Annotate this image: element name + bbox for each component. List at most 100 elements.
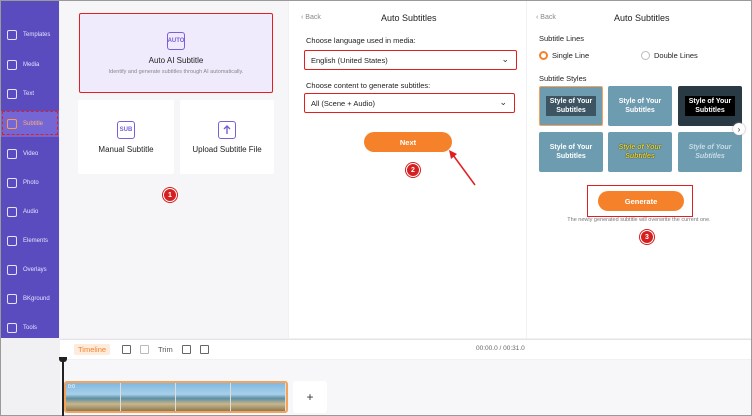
add-clip-button[interactable]: +: [293, 381, 327, 413]
chevron-down-icon: ⌄: [499, 97, 507, 107]
sidebar-item-tools[interactable]: Tools: [1, 315, 59, 341]
auto-ai-title: Auto AI Subtitle: [148, 55, 204, 65]
style-text: Subtitles: [693, 106, 727, 115]
text-icon: [7, 89, 17, 99]
overwrite-note: The newly generated subtitle will overwr…: [567, 217, 711, 223]
style-text: Subtitles: [695, 153, 725, 160]
upload-arrow-icon: [218, 120, 236, 139]
style-text: Subtitles: [554, 106, 588, 115]
overlays-icon: [7, 265, 17, 275]
sidebar-item-label: Media: [23, 62, 40, 68]
back-link[interactable]: ‹ Back: [301, 14, 321, 21]
auto-ai-subtitle-card[interactable]: AUTO Auto AI Subtitle Identify and gener…: [79, 13, 273, 93]
sidebar-item-photo[interactable]: Photo: [1, 170, 59, 196]
panel-title: Auto Subtitles: [381, 13, 437, 23]
radio-unselected-icon: [641, 51, 650, 60]
content-label: Choose content to generate subtitles:: [306, 81, 431, 90]
delete-icon[interactable]: [200, 345, 209, 354]
subtitle-lines-label: Subtitle Lines: [539, 34, 585, 43]
sidebar-item-overlays[interactable]: Overlays: [1, 257, 59, 283]
chevron-right-icon[interactable]: ›: [733, 123, 745, 135]
language-label: Choose language used in media:: [306, 36, 416, 45]
content-select[interactable]: All (Scene + Audio) ⌄: [304, 93, 515, 113]
tools-icon: [7, 323, 17, 333]
back-label: Back: [540, 14, 556, 21]
subtitle-options-panel: AUTO Auto AI Subtitle Identify and gener…: [60, 1, 288, 338]
step-badge-3: 3: [640, 230, 654, 244]
style-tile-1[interactable]: Style of Your Subtitles: [539, 86, 603, 126]
timeline-toolbar: Timeline Trim 00:00.0 / 00:31.0: [60, 339, 751, 359]
tab-timeline[interactable]: Timeline: [74, 344, 111, 355]
play-icon[interactable]: [122, 345, 131, 354]
style-text: Style of Your: [618, 98, 662, 105]
chevron-down-icon: ⌄: [501, 54, 509, 64]
language-value: English (United States): [311, 55, 388, 65]
split-icon[interactable]: [140, 345, 149, 354]
upload-subtitle-title: Upload Subtitle File: [192, 144, 262, 154]
duplicate-icon[interactable]: [182, 345, 191, 354]
sidebar-item-label: Tools: [23, 325, 38, 331]
audio-icon: [7, 207, 17, 217]
style-text: Style of Your: [618, 144, 662, 151]
sidebar: Templates Media Text Subtitle Video Phot…: [1, 1, 59, 338]
trim-button[interactable]: Trim: [158, 345, 173, 354]
auto-icon: AUTO: [167, 31, 185, 50]
sidebar-item-label: Overlays: [23, 267, 47, 273]
sidebar-item-label: Templates: [23, 32, 51, 38]
sidebar-item-label: BKground: [23, 296, 50, 302]
generate-button[interactable]: Generate: [598, 191, 684, 211]
double-lines-radio[interactable]: Double Lines: [641, 51, 698, 60]
style-tile-4[interactable]: Style of Your Subtitles: [539, 132, 603, 172]
content-value: All (Scene + Audio): [311, 98, 375, 108]
sidebar-item-label: Photo: [23, 180, 39, 186]
sidebar-item-text[interactable]: Text: [1, 81, 59, 107]
media-icon: [7, 60, 17, 70]
style-tile-5[interactable]: Style of Your Subtitles: [608, 132, 672, 172]
sidebar-item-video[interactable]: Video: [1, 141, 59, 167]
subtitle-highlight-box: [2, 111, 58, 135]
style-tile-2[interactable]: Style of Your Subtitles: [608, 86, 672, 126]
templates-icon: [7, 30, 17, 40]
sidebar-item-label: Text: [23, 91, 35, 97]
sidebar-item-label: Video: [23, 151, 39, 157]
language-select[interactable]: English (United States) ⌄: [304, 50, 517, 70]
sidebar-item-elements[interactable]: Elements: [1, 228, 59, 254]
manual-subtitle-title: Manual Subtitle: [98, 144, 154, 154]
playhead[interactable]: [62, 358, 64, 416]
pointer-arrow-icon: [449, 150, 476, 186]
upload-subtitle-card[interactable]: Upload Subtitle File: [180, 100, 274, 174]
subtitle-styles-panel: ‹ Back Auto Subtitles Subtitle Lines Sin…: [527, 1, 751, 338]
style-text: Style of Your: [549, 144, 593, 151]
sidebar-item-templates[interactable]: Templates: [1, 22, 59, 48]
video-clip[interactable]: 0:0: [64, 381, 288, 413]
sidebar-item-bkground[interactable]: BKground: [1, 286, 59, 312]
elements-icon: [7, 236, 17, 246]
clip-thumbnail: [176, 383, 231, 411]
manual-subtitle-card[interactable]: SUB Manual Subtitle: [78, 100, 174, 174]
clip-thumbnail: [231, 383, 286, 411]
sidebar-item-audio[interactable]: Audio: [1, 199, 59, 225]
subtitle-styles-label: Subtitle Styles: [539, 74, 587, 83]
sidebar-item-label: Elements: [23, 238, 49, 244]
single-line-radio[interactable]: Single Line: [539, 51, 589, 60]
time-readout: 00:00.0 / 00:31.0: [476, 345, 525, 352]
step-badge-1: 1: [163, 188, 177, 202]
clip-thumbnail: [121, 383, 176, 411]
style-tile-6[interactable]: Style of Your Subtitles: [678, 132, 742, 172]
style-text: Subtitles: [625, 107, 655, 114]
clip-label: 0:0: [68, 384, 75, 390]
style-text: Subtitles: [625, 153, 655, 160]
sidebar-item-label: Audio: [23, 209, 39, 215]
background-icon: [7, 294, 17, 304]
sidebar-item-media[interactable]: Media: [1, 52, 59, 78]
style-text: Subtitles: [556, 153, 586, 160]
style-text: Style of Your: [686, 97, 734, 106]
panel-title: Auto Subtitles: [614, 13, 670, 23]
radio-selected-icon: [539, 51, 548, 60]
back-link[interactable]: ‹ Back: [536, 14, 556, 21]
photo-icon: [7, 178, 17, 188]
double-lines-label: Double Lines: [654, 51, 698, 60]
back-label: Back: [305, 14, 321, 21]
single-line-label: Single Line: [552, 51, 590, 60]
style-tile-3[interactable]: Style of Your Subtitles: [678, 86, 742, 126]
